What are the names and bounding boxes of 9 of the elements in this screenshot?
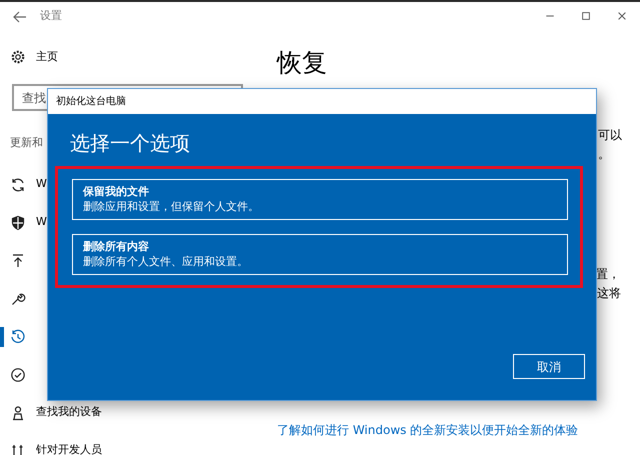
body-text: 置， <box>596 266 620 283</box>
window-title: 设置 <box>40 8 62 24</box>
section-heading: 更新和 <box>10 135 43 151</box>
body-text: 这将 <box>597 285 621 302</box>
body-text: 可以 <box>598 127 622 144</box>
page-title: 恢复 <box>277 47 327 79</box>
dialog-heading: 选择一个选项 <box>70 130 191 157</box>
body-text: 。 <box>598 146 610 163</box>
dialog-title: 初始化这台电脑 <box>56 94 126 109</box>
